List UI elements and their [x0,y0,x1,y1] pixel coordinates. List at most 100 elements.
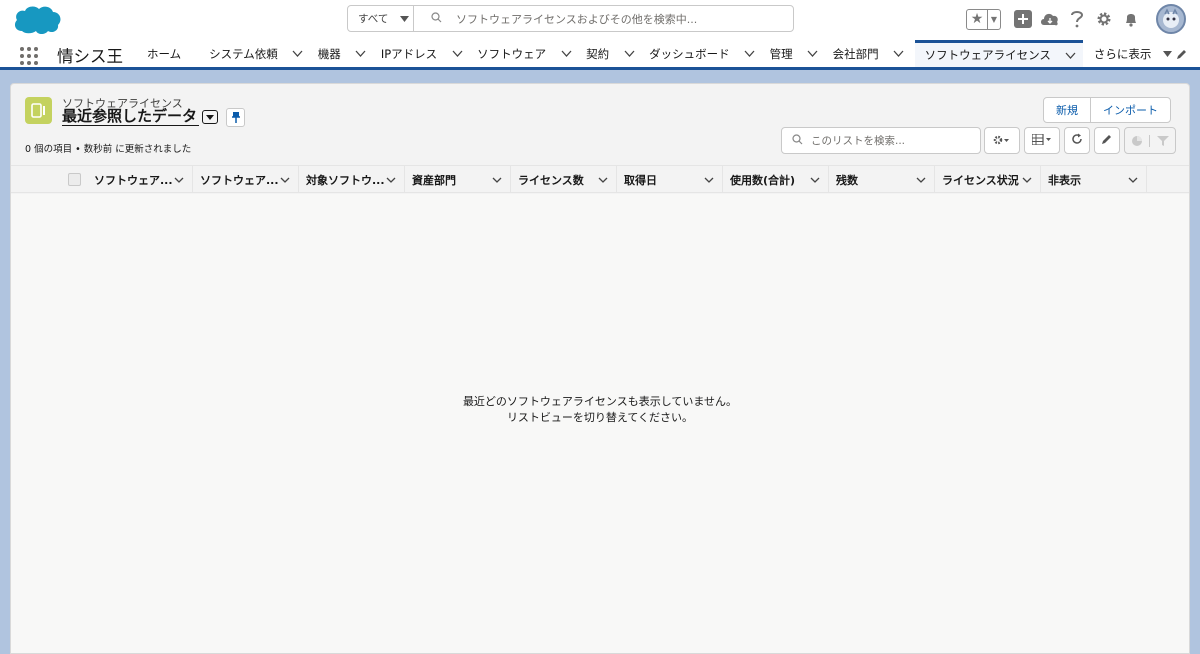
nav-tab-label: IPアドレス [380,46,438,61]
chevron-down-icon[interactable] [280,175,290,185]
global-header: すべて ソフトウェアライセンスおよびその他を検索中... ★ ▼ [0,0,1200,40]
chevron-down-icon[interactable] [451,48,463,60]
chevron-down-icon[interactable] [174,175,184,185]
column-label: 残数 [836,173,858,187]
nav-tabs: ホーム システム依頼 機器 IPアドレス ソフトウェア 契約 ダッシュボード 管… [133,40,1173,67]
nav-more-label: さらに表示 [1093,46,1152,61]
chevron-down-icon[interactable] [355,48,367,60]
chevron-down-icon[interactable] [807,48,819,60]
chevron-down-icon[interactable] [810,175,820,185]
help-icon[interactable] [1066,8,1088,30]
column-header[interactable]: ソフトウェア... [87,166,193,193]
trailhead-cloud-icon[interactable] [1039,8,1061,30]
caret-down-icon [400,13,410,25]
list-table-header: ソフトウェア... ソフトウェア... 対象ソフトウ... 資産部門 ライセンス… [11,165,1189,193]
setup-gear-icon[interactable] [1093,8,1115,30]
app-name: 情シス王 [57,47,123,66]
chevron-down-icon[interactable] [623,48,635,60]
notifications-bell-icon[interactable] [1120,8,1142,30]
new-button[interactable]: 新規 [1044,98,1090,122]
column-header[interactable]: ソフトウェア... [193,166,299,193]
list-view-title[interactable]: 最近参照したデータ [62,107,200,126]
list-view-card: ソフトウェアライセンス 最近参照したデータ 0 個の項目 • 数秒前 に更新され… [10,83,1190,654]
search-icon [792,133,803,148]
chevron-down-icon[interactable] [744,48,756,60]
chevron-down-icon[interactable] [492,175,502,185]
list-table-body: 最近どのソフトウェアライセンスも表示していません。 リストビューを切り替えてくだ… [11,194,1189,653]
app-launcher-icon[interactable] [20,47,38,65]
list-view-controls-button[interactable] [984,127,1020,154]
global-search-input[interactable]: ソフトウェアライセンスおよびその他を検索中... [414,6,793,31]
column-label: ソフトウェア... [200,173,279,187]
nav-tab-system-requests[interactable]: システム依頼 [195,40,304,67]
nav-tab-label: ダッシュボード [649,46,730,61]
header-utility-icons: ★ ▼ [966,0,1200,38]
nav-tab-ip-addresses[interactable]: IPアドレス [367,40,463,67]
chevron-down-icon[interactable] [893,48,905,60]
list-search-input[interactable]: このリストを検索... [781,127,981,154]
chart-icon[interactable] [1125,134,1151,147]
nav-tab-management[interactable]: 管理 [756,40,819,67]
column-label: ライセンス数 [518,173,584,187]
nav-tab-dashboards[interactable]: ダッシュボード [635,40,756,67]
refresh-button[interactable] [1064,127,1090,154]
favorites-dropdown-icon[interactable]: ▼ [988,15,1000,24]
list-search-placeholder: このリストを検索... [811,135,906,147]
chevron-down-icon[interactable] [292,48,304,60]
nav-tab-software-licenses[interactable]: ソフトウェアライセンス [914,40,1083,67]
import-button[interactable]: インポート [1090,98,1170,122]
chart-filter-group [1124,127,1176,154]
chevron-down-icon[interactable] [1065,49,1077,61]
software-license-object-icon [25,97,52,124]
pin-list-view-icon[interactable] [226,108,245,127]
nav-tab-label: 管理 [769,46,793,61]
inline-edit-button[interactable] [1094,127,1120,154]
column-label: 資産部門 [412,173,456,187]
chevron-down-icon[interactable] [916,175,926,185]
column-header[interactable]: ライセンス状況 [935,166,1041,193]
caret-down-icon[interactable] [1161,48,1173,60]
pencil-icon [1101,133,1113,148]
column-header[interactable]: ライセンス数 [511,166,617,193]
chevron-down-icon[interactable] [1022,175,1032,185]
nav-tab-home[interactable]: ホーム [133,40,195,67]
column-header[interactable]: 取得日 [617,166,723,193]
salesforce-logo[interactable] [12,3,62,36]
search-scope-select[interactable]: すべて [348,6,414,31]
chevron-down-icon[interactable] [704,175,714,185]
display-as-table-button[interactable] [1024,127,1060,154]
chevron-down-icon[interactable] [560,48,572,60]
column-header[interactable]: 非表示 [1041,166,1147,193]
nav-more-button[interactable]: さらに表示 [1083,40,1174,67]
list-view-header: ソフトウェアライセンス 最近参照したデータ 0 個の項目 • 数秒前 に更新され… [11,84,1189,165]
favorites-button[interactable]: ★ ▼ [966,8,1001,30]
chevron-down-icon[interactable] [1128,175,1138,185]
column-header[interactable]: 資産部門 [405,166,511,193]
global-search[interactable]: すべて ソフトウェアライセンスおよびその他を検索中... [347,5,794,32]
global-actions-icon[interactable] [1012,8,1034,30]
table-icon [1031,132,1052,148]
chevron-down-icon[interactable] [386,175,396,185]
nav-tab-devices[interactable]: 機器 [304,40,367,67]
select-all-checkbox[interactable] [68,173,81,186]
list-view-info: 0 個の項目 • 数秒前 に更新されました [25,144,192,155]
star-icon[interactable]: ★ [967,9,988,29]
search-icon [431,11,442,26]
nav-tab-contracts[interactable]: 契約 [572,40,635,67]
list-actions: 新規 インポート [1043,97,1171,123]
list-view-switcher-icon[interactable] [202,110,218,124]
column-label: 取得日 [624,173,657,187]
edit-nav-pencil-icon[interactable] [1176,48,1188,60]
nav-tab-software[interactable]: ソフトウェア [463,40,572,67]
column-header[interactable]: 対象ソフトウ... [299,166,405,193]
nav-tab-company-departments[interactable]: 会社部門 [819,40,915,67]
column-label: 対象ソフトウ... [306,173,385,187]
user-avatar[interactable] [1156,4,1186,34]
empty-state-line: 最近どのソフトウェアライセンスも表示していません。 [462,395,738,408]
empty-state-message: 最近どのソフトウェアライセンスも表示していません。 リストビューを切り替えてくだ… [11,394,1189,426]
nav-tab-label: ホーム [147,46,182,61]
chevron-down-icon[interactable] [598,175,608,185]
column-header[interactable]: 使用数(合計) [723,166,829,193]
column-header[interactable]: 残数 [829,166,935,193]
filter-icon[interactable] [1150,135,1175,147]
